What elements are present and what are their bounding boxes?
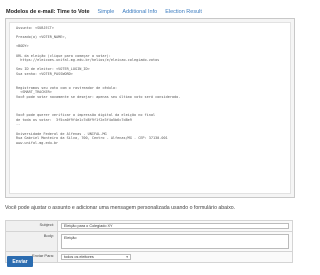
body-label: Body:: [5, 231, 58, 252]
tab-time-to-vote[interactable]: Modelos de e-mail: Time to Vote: [6, 9, 90, 15]
body-row: Body: Eleição: [5, 231, 293, 252]
subject-cell: Eleição para o Colegiado XY: [57, 220, 293, 232]
body-textarea[interactable]: Eleição: [61, 234, 289, 249]
send-to-value: todos os eleitores: [64, 255, 94, 259]
send-button[interactable]: Enviar: [7, 256, 33, 267]
subject-input[interactable]: Eleição para o Colegiado XY: [61, 223, 289, 229]
send-to-cell: todos os eleitores ▾: [57, 251, 293, 263]
form-instructions: Você pode ajustar o assunto e adicionar …: [5, 205, 236, 211]
subject-label: Subject:: [5, 220, 58, 232]
body-cell: Eleição: [57, 231, 293, 252]
send-to-select[interactable]: todos os eleitores ▾: [61, 254, 131, 260]
tab-additional-info[interactable]: Additional Info: [122, 9, 157, 15]
subject-row: Subject: Eleição para o Colegiado XY: [5, 220, 293, 232]
chevron-down-icon: ▾: [126, 255, 128, 259]
send-to-row: Enviar Para: todos os eleitores ▾: [5, 251, 293, 263]
email-form: Subject: Eleição para o Colegiado XY Bod…: [5, 220, 293, 263]
tab-simple[interactable]: Simple: [98, 9, 115, 15]
email-preview-text: Assunto: <SUBJECT> Prezado(a) <VOTER_NAM…: [9, 22, 291, 194]
email-template-tabs: Modelos de e-mail: Time to Vote Simple A…: [6, 5, 296, 18]
email-preview-panel: Assunto: <SUBJECT> Prezado(a) <VOTER_NAM…: [5, 18, 295, 198]
tab-election-result[interactable]: Election Result: [165, 9, 202, 15]
